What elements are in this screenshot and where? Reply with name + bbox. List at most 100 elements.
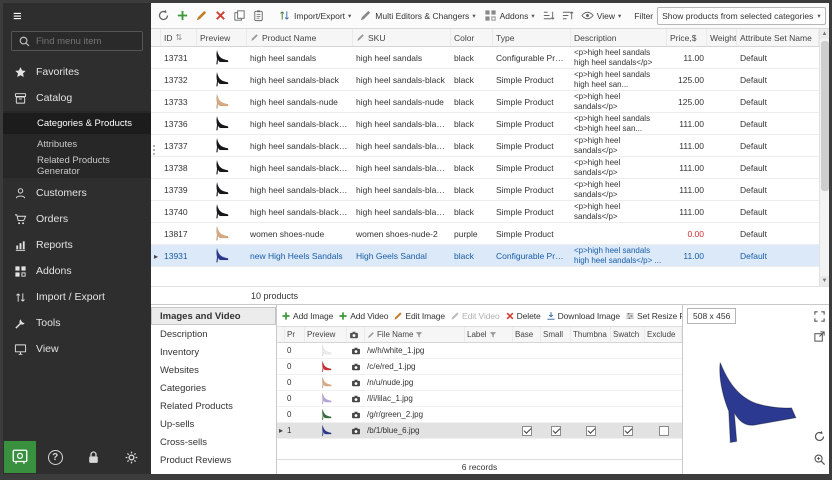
- col-camera[interactable]: [347, 327, 365, 342]
- sidebar-item-view[interactable]: View: [3, 336, 151, 362]
- col-small[interactable]: Small: [541, 327, 571, 342]
- sidebar-item-categories-products[interactable]: Categories & Products: [3, 113, 151, 134]
- detail-tab[interactable]: Related Products: [151, 397, 276, 415]
- sidebar-item-tools[interactable]: Tools: [3, 310, 151, 336]
- detail-tab[interactable]: Inventory: [151, 343, 276, 361]
- add-product-button[interactable]: [174, 7, 191, 24]
- refresh-button[interactable]: [155, 7, 172, 24]
- addons-menu[interactable]: Addons▾: [481, 7, 538, 24]
- col-preview[interactable]: Preview: [305, 327, 347, 342]
- detail-tab[interactable]: Cross-sells: [151, 433, 276, 451]
- col-priority[interactable]: Pr: [285, 327, 305, 342]
- product-row[interactable]: ▸ 13738 high heel sandals-black-37 high …: [151, 157, 819, 179]
- gear-icon[interactable]: [124, 450, 139, 465]
- expand-icon[interactable]: [813, 310, 826, 323]
- row-expander[interactable]: ▸: [151, 75, 161, 85]
- image-row[interactable]: ▸ 0 /n/u/nude.jpg: [277, 375, 682, 391]
- import-export-menu[interactable]: Import/Export▾: [275, 7, 354, 24]
- col-type[interactable]: Type: [493, 29, 571, 46]
- row-expander[interactable]: ▸: [277, 378, 285, 387]
- row-expander[interactable]: ▸: [277, 394, 285, 403]
- zoom-icon[interactable]: [813, 453, 826, 466]
- sidebar-item-reports[interactable]: Reports: [3, 232, 151, 258]
- rotate-icon[interactable]: [813, 430, 826, 443]
- view-menu[interactable]: View▾: [578, 7, 625, 24]
- col-base[interactable]: Base: [513, 327, 541, 342]
- sidebar-item-favorites[interactable]: Favorites: [3, 59, 151, 85]
- sort-descending-button[interactable]: [559, 7, 576, 24]
- scroll-down-arrow[interactable]: ▼: [820, 276, 829, 286]
- open-in-new-icon[interactable]: [813, 330, 826, 343]
- row-expander[interactable]: ▸: [151, 53, 161, 63]
- filters-menu[interactable]: Filters▾: [828, 7, 829, 24]
- set-resize-rule-button[interactable]: Set Resize Rule: [625, 311, 682, 321]
- add-video-button[interactable]: Add Video: [338, 311, 388, 321]
- sidebar-item-orders[interactable]: Orders: [3, 206, 151, 232]
- product-row[interactable]: ▸ 13736 high heel sandals-black-36 high …: [151, 113, 819, 135]
- col-price[interactable]: Price,$: [667, 29, 707, 46]
- col-label[interactable]: Label: [465, 327, 513, 342]
- sidebar-search[interactable]: [11, 31, 143, 51]
- small-checkbox[interactable]: [551, 426, 561, 436]
- row-expander[interactable]: ▸: [277, 410, 285, 419]
- vertical-scrollbar[interactable]: ▲ ▼: [819, 29, 829, 286]
- sort-ascending-button[interactable]: [540, 7, 557, 24]
- col-attribute-set[interactable]: Attribute Set Name: [737, 29, 819, 46]
- product-row[interactable]: ▸ 13732 high heel sandals-black high hee…: [151, 69, 819, 91]
- row-expander[interactable]: ▸: [151, 119, 161, 129]
- row-expander[interactable]: ▸: [151, 97, 161, 107]
- product-row[interactable]: ▸ 13737 high heel sandals-black-36 high …: [151, 135, 819, 157]
- row-expander[interactable]: ▸: [277, 346, 285, 355]
- store-manager-button[interactable]: [4, 441, 36, 473]
- detail-tab[interactable]: Categories: [151, 379, 276, 397]
- delete-product-button[interactable]: [212, 7, 229, 24]
- row-expander[interactable]: ▸: [277, 426, 285, 435]
- edit-image-button[interactable]: Edit Image: [393, 311, 445, 321]
- detail-tab[interactable]: Description: [151, 325, 276, 343]
- row-expander[interactable]: ▸: [151, 207, 161, 217]
- col-id[interactable]: ID⇅: [161, 29, 197, 46]
- menu-search-input[interactable]: [36, 36, 136, 47]
- image-row[interactable]: ▸ 0 /l/i/lilac_1.jpg: [277, 391, 682, 407]
- image-row[interactable]: ▸ 0 /w/h/white_1.jpg: [277, 343, 682, 359]
- delete-image-button[interactable]: Delete: [505, 311, 541, 321]
- edit-product-button[interactable]: [193, 7, 210, 24]
- detail-tab[interactable]: Websites: [151, 361, 276, 379]
- multi-editors-menu[interactable]: Multi Editors & Changers▾: [356, 7, 478, 24]
- splitter-handle[interactable]: [151, 145, 156, 155]
- scroll-up-arrow[interactable]: ▲: [820, 29, 829, 39]
- col-preview[interactable]: Preview: [197, 29, 247, 46]
- col-color[interactable]: Color: [451, 29, 493, 46]
- thumbnail-checkbox[interactable]: [586, 426, 596, 436]
- sidebar-item-attributes[interactable]: Attributes: [3, 134, 151, 155]
- row-expander[interactable]: ▸: [151, 163, 161, 173]
- add-image-button[interactable]: Add Image: [281, 311, 333, 321]
- help-button[interactable]: ?: [48, 450, 63, 465]
- base-checkbox[interactable]: [522, 426, 532, 436]
- col-exclude[interactable]: Exclude: [645, 327, 682, 342]
- product-row[interactable]: ▸ 13739 high heel sandals-black-37 high …: [151, 179, 819, 201]
- download-image-button[interactable]: Download Image: [546, 311, 620, 321]
- sidebar-item-customers[interactable]: Customers: [3, 180, 151, 206]
- col-thumbnail[interactable]: Thumbna: [571, 327, 611, 342]
- product-row[interactable]: ▸ 13740 high heel sandals-black-38 high …: [151, 201, 819, 223]
- col-file-name[interactable]: File Name: [365, 327, 465, 342]
- detail-tab[interactable]: Up-sells: [151, 415, 276, 433]
- copy-button[interactable]: [231, 7, 248, 24]
- category-filter-select[interactable]: Show products from selected categories ▾: [657, 7, 825, 25]
- hamburger-menu-icon[interactable]: ≡: [3, 3, 151, 29]
- row-expander[interactable]: ▸: [151, 229, 161, 239]
- product-row[interactable]: ▸ 13931 new High Heels Sandals High Geel…: [151, 245, 819, 267]
- image-row[interactable]: ▸ 1 /b/1/blue_6.jpg: [277, 423, 682, 439]
- product-row[interactable]: ▸ 13817 women shoes-nude women shoes-nud…: [151, 223, 819, 245]
- scroll-thumb[interactable]: [821, 41, 829, 191]
- detail-tab[interactable]: Images and Video: [151, 307, 276, 325]
- col-weight[interactable]: Weight: [707, 29, 737, 46]
- swatch-checkbox[interactable]: [623, 426, 633, 436]
- sidebar-item-addons[interactable]: Addons: [3, 258, 151, 284]
- row-expander[interactable]: ▸: [277, 362, 285, 371]
- row-expander[interactable]: ▸: [151, 251, 161, 261]
- paste-button[interactable]: [250, 7, 267, 24]
- sidebar-item-catalog[interactable]: Catalog: [3, 85, 151, 111]
- image-row[interactable]: ▸ 0 /c/e/red_1.jpg: [277, 359, 682, 375]
